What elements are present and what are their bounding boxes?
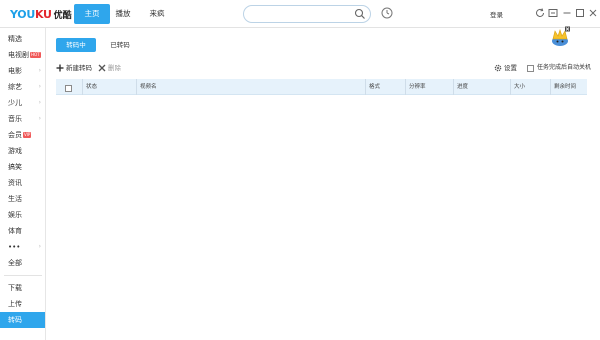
sidebar-item-entertainment[interactable]: 娱乐 (0, 207, 45, 223)
new-transcode-label: 新建转码 (66, 64, 92, 72)
sidebar-item-featured[interactable]: 精选 (0, 31, 45, 47)
sidebar-item-label: 游戏 (8, 147, 22, 155)
logo-text-you: YOU (10, 7, 35, 21)
mascot-crown-icon[interactable] (549, 26, 571, 48)
sidebar-item-label: 资讯 (8, 179, 22, 187)
mini-mode-icon[interactable] (547, 7, 559, 19)
vip-badge: VIP (23, 132, 32, 138)
sidebar-item-movies[interactable]: 电影 › (0, 63, 45, 79)
sidebar-item-variety[interactable]: 综艺 › (0, 79, 45, 95)
more-icon: ••• (8, 243, 21, 251)
delete-button[interactable]: 删除 (98, 62, 121, 74)
search-icon[interactable] (354, 8, 366, 20)
sidebar-item-transcode[interactable]: 转码 (0, 312, 45, 328)
login-link[interactable]: 登录 (490, 9, 503, 19)
sidebar-item-label: 电视剧 (8, 51, 29, 59)
hot-badge: HOT (30, 52, 41, 58)
search-input[interactable] (243, 5, 371, 23)
gear-icon (494, 64, 502, 72)
column-format[interactable]: 格式 (365, 79, 405, 95)
sidebar-item-upload[interactable]: 上传 (0, 296, 45, 312)
column-size[interactable]: 大小 (510, 79, 550, 95)
logo-text-cn: 优酷 (53, 10, 72, 21)
sidebar-item-games[interactable]: 游戏 (0, 143, 45, 159)
chevron-right-icon: › (38, 67, 41, 74)
sidebar-item-label: 少儿 (8, 99, 22, 107)
sidebar-item-label: 精选 (8, 35, 22, 43)
sidebar-item-download[interactable]: 下载 (0, 280, 45, 296)
tab-laifeng[interactable]: 来疯 (142, 4, 172, 24)
delete-x-icon (98, 64, 106, 72)
delete-label: 删除 (108, 64, 121, 72)
sidebar-divider (4, 275, 42, 276)
column-resolution[interactable]: 分辨率 (405, 79, 453, 95)
sidebar-item-label: 会员 (8, 131, 22, 139)
tab-play[interactable]: 播放 (110, 4, 136, 24)
column-remaining-time[interactable]: 剩余时间 (550, 79, 587, 95)
sidebar-item-label: 下载 (8, 284, 22, 292)
sidebar-item-sports[interactable]: 体育 (0, 223, 45, 239)
refresh-icon[interactable] (534, 7, 546, 19)
chevron-right-icon: › (38, 115, 41, 122)
sidebar-item-tv[interactable]: 电视剧 HOT (0, 47, 45, 63)
title-bar: YOU KU 优酷 主页 播放 来疯 登录 (0, 0, 600, 28)
settings-label: 设置 (504, 64, 517, 72)
column-progress[interactable]: 进度 (453, 79, 510, 95)
sidebar-item-all[interactable]: 全部 (0, 255, 45, 271)
sidebar-item-news[interactable]: 资讯 (0, 175, 45, 191)
plus-icon (56, 64, 64, 72)
sidebar-item-life[interactable]: 生活 (0, 191, 45, 207)
sidebar-item-more[interactable]: ••• › (0, 239, 45, 255)
sidebar-item-label: 生活 (8, 195, 22, 203)
sidebar-item-kids[interactable]: 少儿 › (0, 95, 45, 111)
new-transcode-button[interactable]: 新建转码 (56, 62, 92, 74)
tab-transcoded[interactable]: 已转码 (100, 38, 140, 52)
sidebar-item-label: 体育 (8, 227, 22, 235)
sidebar-item-music[interactable]: 音乐 › (0, 111, 45, 127)
auto-shutdown-checkbox[interactable] (527, 64, 534, 72)
sidebar-item-label: 搞笑 (8, 163, 22, 171)
column-status[interactable]: 状态 (82, 79, 136, 95)
chevron-right-icon: › (38, 243, 41, 250)
sidebar-item-label: 娱乐 (8, 211, 22, 219)
maximize-icon[interactable] (574, 7, 586, 19)
tab-home[interactable]: 主页 (74, 4, 110, 24)
sidebar: 精选 电视剧 HOT 电影 › 综艺 › 少儿 › 音乐 › 会员 VIP 游戏 搞笑 资讯… (0, 28, 46, 340)
settings-button[interactable]: 设置 (494, 62, 517, 74)
youku-logo[interactable]: YOU KU 优酷 (10, 6, 72, 22)
sidebar-item-label: 转码 (8, 316, 22, 324)
history-icon[interactable] (380, 6, 394, 20)
auto-shutdown-option[interactable]: 任务完成后自动关机 (527, 62, 591, 74)
sidebar-item-label: 上传 (8, 300, 22, 308)
auto-shutdown-label: 任务完成后自动关机 (537, 64, 592, 71)
tab-transcoding[interactable]: 转码中 (56, 38, 96, 52)
select-all-checkbox[interactable] (65, 85, 72, 92)
chevron-right-icon: › (38, 83, 41, 90)
transcode-table-header: 状态 视频名 格式 分辨率 进度 大小 剩余时间 (56, 79, 587, 95)
sidebar-item-funny[interactable]: 搞笑 (0, 159, 45, 175)
minimize-icon[interactable] (561, 7, 573, 19)
sidebar-item-vip[interactable]: 会员 VIP (0, 127, 45, 143)
sidebar-item-label: 综艺 (8, 83, 22, 91)
column-video-name[interactable]: 视频名 (136, 79, 365, 95)
chevron-right-icon: › (38, 99, 41, 106)
sidebar-item-label: 音乐 (8, 115, 22, 123)
sidebar-item-label: 电影 (8, 67, 22, 75)
sidebar-item-label: 全部 (8, 259, 22, 267)
select-all-cell (62, 79, 82, 95)
close-icon[interactable] (587, 7, 599, 19)
logo-text-ku: KU (34, 7, 52, 21)
